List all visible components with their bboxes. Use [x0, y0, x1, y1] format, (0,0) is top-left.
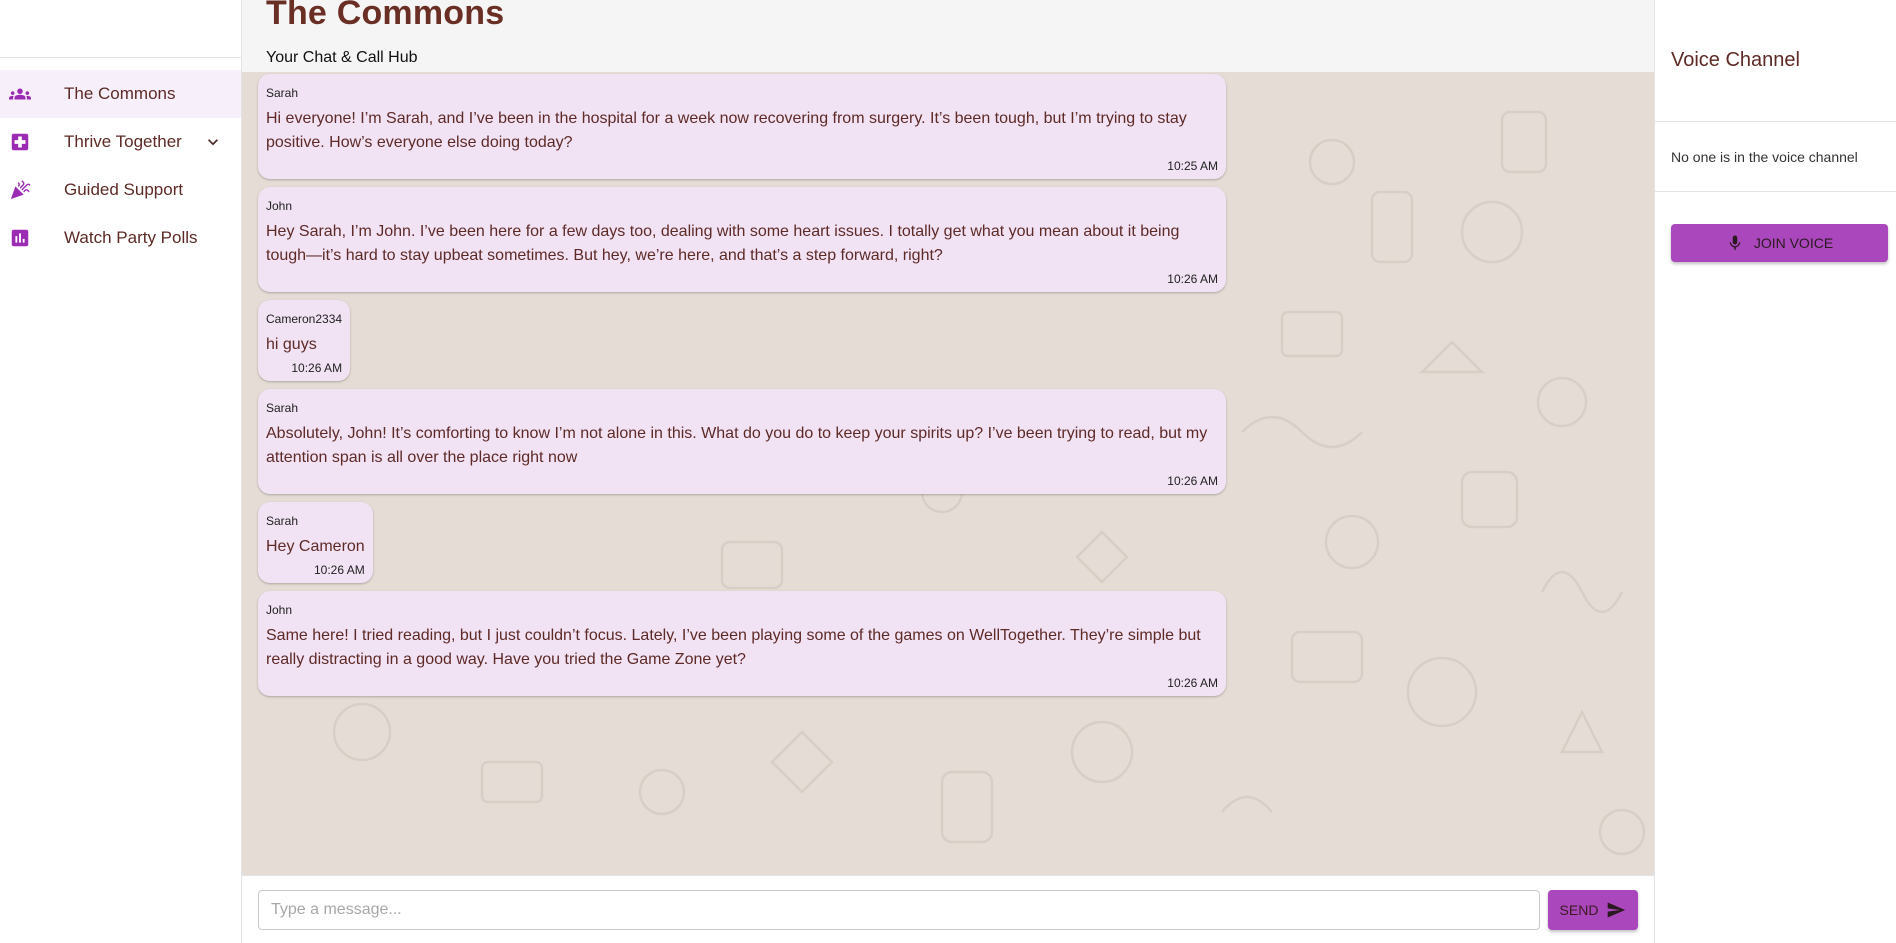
message-text: Same here! I tried reading, but I just c…: [266, 627, 1201, 668]
message-author: Cameron2334: [266, 312, 343, 326]
sidebar-item-the-commons[interactable]: The Commons: [0, 70, 241, 118]
message-composer: SEND: [242, 875, 1654, 943]
sidebar-item-label: The Commons: [64, 84, 176, 103]
sidebar-item-thrive-together[interactable]: Thrive Together: [0, 118, 241, 166]
message-item: Sarah Absolutely, John! It’s comforting t…: [258, 389, 1638, 502]
message-bubble: Cameron2334 hi guys 10:26 AM: [258, 300, 351, 381]
chat-messages-area[interactable]: Sarah Hi everyone! I’m Sarah, and I’ve be…: [242, 72, 1654, 875]
message-timestamp: 10:26 AM: [291, 361, 343, 375]
main-panel: The Commons Your Chat & Call Hub Sarah H…: [242, 0, 1654, 943]
app-root: The Commons Thrive Together Guided Suppo…: [0, 0, 1896, 943]
sidebar: The Commons Thrive Together Guided Suppo…: [0, 0, 242, 943]
message-item: Sarah Hi everyone! I’m Sarah, and I’ve be…: [258, 74, 1638, 187]
voice-channel-empty-text: No one is in the voice channel: [1655, 122, 1896, 192]
message-author: Sarah: [266, 86, 299, 100]
sidebar-header: [0, 0, 241, 58]
join-voice-button[interactable]: JOIN VOICE: [1671, 224, 1888, 262]
message-text: hi guys: [266, 336, 317, 353]
message-item: John Same here! I tried reading, but I ju…: [258, 591, 1638, 704]
message-author: John: [266, 603, 293, 617]
send-button-label: SEND: [1559, 901, 1599, 918]
page-header: The Commons Your Chat & Call Hub: [242, 0, 1654, 72]
celebration-icon: [8, 178, 32, 202]
message-item: Cameron2334 hi guys 10:26 AM: [258, 300, 1638, 389]
message-bubble: John Same here! I tried reading, but I ju…: [258, 591, 1226, 696]
send-icon: [1608, 902, 1626, 917]
poll-icon: [8, 226, 32, 250]
sidebar-item-watch-party-polls[interactable]: Watch Party Polls: [0, 214, 241, 262]
message-text: Hey Sarah, I’m John. I’ve been here for …: [266, 223, 1180, 264]
message-timestamp: 10:25 AM: [1167, 159, 1218, 173]
message-bubble: Sarah Hi everyone! I’m Sarah, and I’ve be…: [258, 74, 1226, 179]
voice-channel-title: Voice Channel: [1655, 0, 1896, 122]
message-bubble: Sarah Absolutely, John! It’s comforting t…: [258, 389, 1226, 494]
message-text: Hi everyone! I’m Sarah, and I’ve been in…: [266, 110, 1187, 151]
message-timestamp: 10:26 AM: [314, 563, 365, 577]
groups-icon: [8, 82, 32, 106]
join-voice-label: JOIN VOICE: [1753, 235, 1834, 251]
message-author: Sarah: [266, 401, 299, 415]
message-item: Sarah Hey Cameron 10:26 AM: [258, 502, 1638, 591]
sidebar-item-label: Watch Party Polls: [64, 228, 198, 247]
message-bubble: John Hey Sarah, I’m John. I’ve been here …: [258, 187, 1226, 292]
medical-plus-icon: [8, 130, 32, 154]
page-title: The Commons: [266, 0, 505, 32]
message-list: Sarah Hi everyone! I’m Sarah, and I’ve be…: [258, 74, 1638, 704]
message-timestamp: 10:26 AM: [1167, 474, 1218, 488]
microphone-icon: [1729, 235, 1741, 250]
message-text: Hey Cameron: [266, 538, 365, 555]
page-subtitle: Your Chat & Call Hub: [266, 49, 418, 66]
message-text: Absolutely, John! It’s comforting to kno…: [266, 425, 1208, 466]
sidebar-item-label: Guided Support: [64, 180, 184, 199]
sidebar-item-guided-support[interactable]: Guided Support: [0, 166, 241, 214]
message-author: Sarah: [266, 514, 299, 528]
sidebar-item-label: Thrive Together: [64, 132, 182, 151]
message-input[interactable]: [258, 889, 1540, 930]
message-bubble: Sarah Hey Cameron 10:26 AM: [258, 502, 373, 583]
message-timestamp: 10:26 AM: [1167, 272, 1218, 286]
message-author: John: [266, 199, 293, 213]
message-item: John Hey Sarah, I’m John. I’ve been here …: [258, 187, 1638, 300]
chevron-down-icon[interactable]: [203, 132, 223, 152]
send-button[interactable]: SEND: [1548, 889, 1638, 930]
message-timestamp: 10:26 AM: [1167, 676, 1218, 690]
voice-channel-panel: Voice Channel No one is in the voice cha…: [1654, 0, 1896, 943]
